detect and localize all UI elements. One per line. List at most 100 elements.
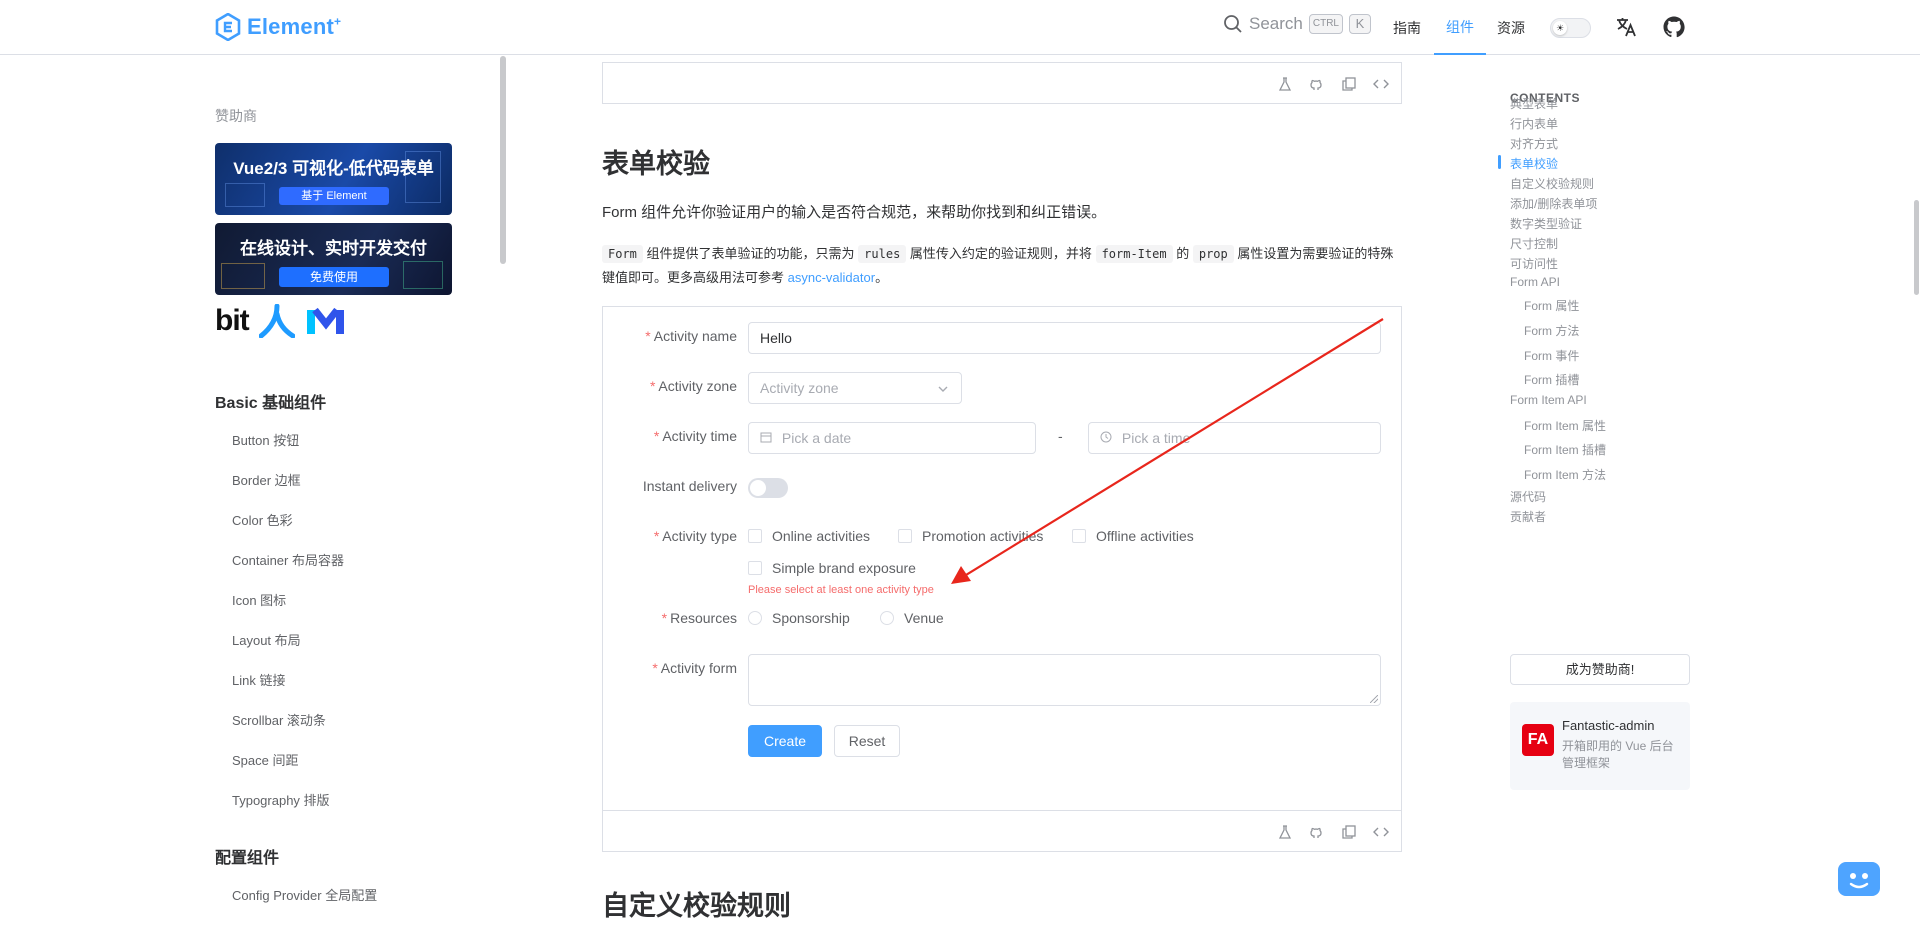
m-logo-icon <box>306 307 344 334</box>
sidebar-item-layout[interactable]: Layout 布局 <box>232 630 301 649</box>
translate-icon[interactable] <box>1614 15 1638 39</box>
banner-pill: 免费使用 <box>279 267 389 287</box>
toc-item[interactable]: 贡献者 <box>1510 508 1546 525</box>
banner-pill: 基于 Element <box>279 187 389 205</box>
toc-active-marker <box>1498 155 1501 169</box>
sponsor-title: 赞助商 <box>215 108 257 124</box>
sidebar-item-icon[interactable]: Icon 图标 <box>232 590 286 609</box>
toc-item[interactable]: 对齐方式 <box>1510 135 1558 152</box>
toc-item[interactable]: 数字类型验证 <box>1510 215 1582 232</box>
top-header: Element+ Search CTRL K 指南 组件 资源 ☀ <box>0 0 1920 55</box>
fantastic-admin-card[interactable]: FA Fantastic-admin 开箱即用的 Vue 后台管理框架 <box>1510 702 1690 790</box>
become-sponsor-button[interactable]: 成为赞助商! <box>1510 654 1690 685</box>
sidebar: 赞助商 Vue2/3 可视化-低代码表单 基于 Element 在线设计、实时开… <box>215 56 505 929</box>
bit-text: bit <box>215 304 250 337</box>
desc-text: 。 <box>875 270 889 285</box>
toc-item[interactable]: Form Item 属性 <box>1524 417 1606 434</box>
sidebar-item-container[interactable]: Container 布局容器 <box>232 550 344 569</box>
copy-icon[interactable] <box>1341 76 1357 92</box>
radio-sponsorship[interactable]: Sponsorship <box>748 610 850 626</box>
sidebar-item-button[interactable]: Button 按钮 <box>232 430 299 449</box>
annotation-arrow <box>951 318 1384 584</box>
radio-venue[interactable]: Venue <box>880 610 944 626</box>
github-edit-icon[interactable] <box>1309 76 1325 92</box>
sun-icon: ☀ <box>1553 21 1567 35</box>
fantastic-admin-logo: FA <box>1522 724 1554 756</box>
label-activity-form: * Activity form <box>652 660 737 676</box>
toc-item[interactable]: 源代码 <box>1510 488 1546 505</box>
demo-form-box: * Activity name Hello * Activity zone Acti… <box>602 306 1402 810</box>
section-heading-form-validation: 表单校验 <box>602 149 710 179</box>
nav-guide[interactable]: 指南 <box>1393 0 1421 55</box>
toc-item[interactable]: Form 插槽 <box>1524 371 1579 388</box>
toc-item[interactable]: 尺寸控制 <box>1510 235 1558 252</box>
toc-item[interactable]: 典型表单 <box>1510 95 1558 112</box>
toc-item[interactable]: Form 属性 <box>1524 297 1579 314</box>
desc-text: 属性传入约定的验证规则，并将 <box>909 246 1092 261</box>
toc-item[interactable]: Form Item 方法 <box>1524 466 1606 483</box>
toc-item[interactable]: 表单校验 <box>1510 155 1558 172</box>
element-logo-icon <box>215 13 241 41</box>
nav-component[interactable]: 组件 <box>1434 0 1486 55</box>
kbd-k: K <box>1349 14 1371 34</box>
toc-item[interactable]: 自定义校验规则 <box>1510 175 1594 192</box>
toc-item[interactable]: 行内表单 <box>1510 115 1558 132</box>
search-label: Search <box>1249 14 1303 33</box>
toc-item[interactable]: 可访问性 <box>1510 255 1558 272</box>
async-validator-link[interactable]: async-validator <box>788 270 875 285</box>
chat-bot-icon[interactable] <box>1836 860 1882 898</box>
search-icon <box>1224 15 1242 33</box>
view-source-icon[interactable] <box>1373 76 1389 92</box>
playground-flask-icon[interactable] <box>1277 76 1293 92</box>
sidebar-item-space[interactable]: Space 间距 <box>232 750 298 769</box>
search-button[interactable]: Search CTRL K <box>1223 14 1371 34</box>
kbd-ctrl: CTRL <box>1308 14 1343 34</box>
sidebar-group-config: 配置组件 <box>215 850 280 867</box>
theme-toggle[interactable]: ☀ <box>1550 18 1591 38</box>
element-logo[interactable]: Element+ <box>215 13 341 41</box>
code-prop: prop <box>1192 245 1234 263</box>
create-button[interactable]: Create <box>748 725 822 757</box>
sidebar-item-color[interactable]: Color 色彩 <box>232 510 293 529</box>
fantastic-admin-desc: 开箱即用的 Vue 后台管理框架 <box>1562 739 1674 770</box>
banner-decoration <box>225 183 265 207</box>
section-heading-custom-rules: 自定义校验规则 <box>602 891 791 921</box>
page-scrollbar[interactable] <box>1914 200 1919 295</box>
activity-form-textarea[interactable] <box>748 654 1381 706</box>
sidebar-scrollbar[interactable] <box>500 56 506 264</box>
view-source-icon[interactable] <box>1373 824 1389 840</box>
toc-item[interactable]: Form 方法 <box>1524 322 1579 339</box>
banner-title: Vue2/3 可视化-低代码表单 <box>233 159 434 178</box>
playground-flask-icon[interactable] <box>1277 824 1293 840</box>
desc-text: 的 <box>1176 246 1190 261</box>
sponsor-bit-logo[interactable]: bit <box>215 304 347 338</box>
demo-toolbar <box>602 62 1402 104</box>
toc-item[interactable]: Form Item 插槽 <box>1524 441 1606 458</box>
copy-icon[interactable] <box>1341 824 1357 840</box>
code-form-item: form-Item <box>1095 245 1173 263</box>
desc-text: 组件提供了表单验证的功能，只需为 <box>646 246 855 261</box>
section-intro: Form 组件允许你验证用户的输入是否符合规范，来帮助你找到和纠正错误。 <box>602 204 1107 221</box>
sidebar-item-scrollbar[interactable]: Scrollbar 滚动条 <box>232 710 326 729</box>
toc-item[interactable]: Form 事件 <box>1524 347 1579 364</box>
sponsor-banner-design[interactable]: 在线设计、实时开发交付 免费使用 <box>215 223 452 295</box>
code-rules: rules <box>858 245 907 263</box>
reset-button[interactable]: Reset <box>834 725 900 757</box>
github-icon[interactable] <box>1662 15 1686 39</box>
sidebar-item-link[interactable]: Link 链接 <box>232 670 285 689</box>
toc-item[interactable]: Form Item API <box>1510 393 1587 407</box>
label-resources: * Resources <box>661 610 737 626</box>
github-edit-icon[interactable] <box>1309 824 1325 840</box>
logo-text: Element+ <box>247 14 342 39</box>
fantastic-admin-name: Fantastic-admin <box>1562 718 1655 733</box>
resize-handle[interactable] <box>1370 695 1378 703</box>
toc-item[interactable]: 添加/删除表单项 <box>1510 195 1597 212</box>
nav-resource[interactable]: 资源 <box>1497 0 1525 55</box>
sidebar-item-border[interactable]: Border 边框 <box>232 470 301 489</box>
sidebar-group-basic: Basic 基础组件 <box>215 395 327 412</box>
code-form: Form <box>602 245 643 263</box>
sponsor-banner-lowcode[interactable]: Vue2/3 可视化-低代码表单 基于 Element <box>215 143 452 215</box>
toc-item[interactable]: Form API <box>1510 275 1560 289</box>
sidebar-item-config-provider[interactable]: Config Provider 全局配置 <box>232 885 377 904</box>
sidebar-item-typography[interactable]: Typography 排版 <box>232 790 330 809</box>
